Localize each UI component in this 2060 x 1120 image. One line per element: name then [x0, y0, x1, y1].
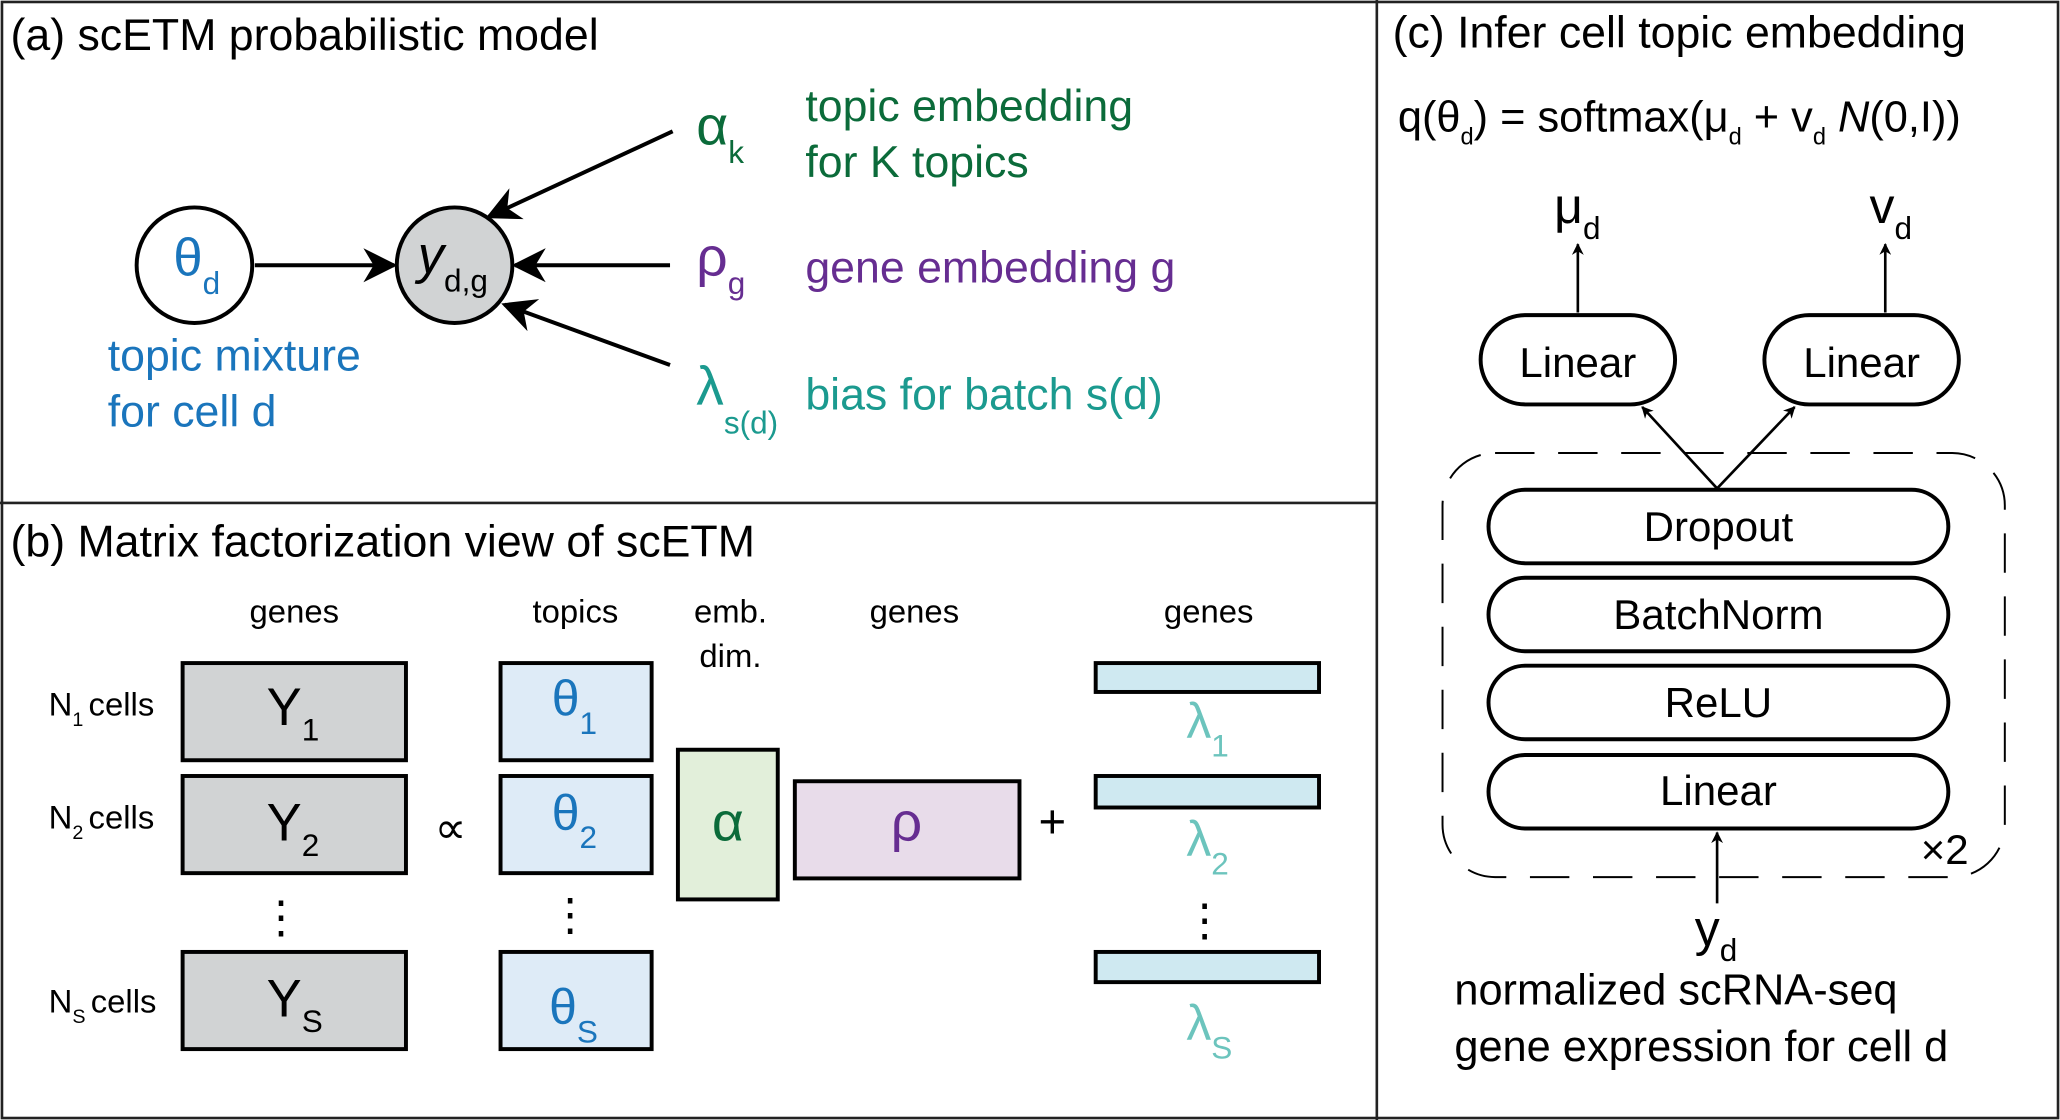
lambda-symbol: λs(d) [696, 354, 778, 440]
alpha-to-y-arrow [485, 129, 674, 220]
lambda-to-y-arrow [501, 299, 671, 367]
rho-matrix-label: ρ [891, 790, 922, 852]
lambdas-bar [1093, 949, 1322, 985]
panel-a: (a) scETM probabilistic model θd yd,g to… [11, 11, 1176, 440]
lambdas-label: λS [1186, 995, 1232, 1065]
input-label: yd [1695, 900, 1737, 968]
linear-v-label: Linear [1803, 339, 1920, 386]
header-y-genes: genes [250, 592, 339, 629]
theta-description: topic mixture for cell d [108, 331, 374, 436]
rho-symbol: ρg [696, 226, 745, 301]
header-lambda-genes: genes [1164, 592, 1253, 629]
linear-label: Linear [1660, 767, 1777, 814]
plus-symbol: + [1039, 796, 1067, 849]
split-arrow-left [1641, 406, 1719, 490]
lambda2-label: λ2 [1186, 811, 1228, 881]
panel-c-title: (c) Infer cell topic embedding [1393, 8, 1966, 57]
lambda1-label: λ1 [1186, 693, 1228, 763]
split-arrow-right [1716, 406, 1796, 490]
alpha-description: topic embedding for K topics [805, 82, 1145, 187]
relu-label: ReLU [1665, 679, 1772, 726]
lambda-ellipsis: ⋮ [1182, 896, 1227, 945]
rho-description: gene embedding g [805, 243, 1175, 292]
panel-a-title: (a) scETM probabilistic model [11, 11, 599, 60]
panel-b-title: (b) Matrix factorization view of scETM [11, 518, 755, 567]
scetm-figure: (a) scETM probabilistic model θd yd,g to… [0, 0, 2060, 1120]
variational-formula: q(θd) = softmax(μd + vd N(0,I)) [1398, 93, 1961, 150]
row-label-n1: N1 cells [49, 686, 155, 731]
lambda1-bar [1093, 661, 1322, 694]
proportional-symbol: ∝ [435, 804, 467, 853]
row-label-n2: N2 cells [49, 799, 155, 844]
lambda2-bar [1093, 774, 1322, 810]
mu-output: μd [1554, 178, 1600, 246]
row-label-ns: NS cells [49, 982, 157, 1027]
header-dim: dim. [699, 637, 761, 674]
alpha-matrix-label: α [712, 790, 744, 852]
lambda-description: bias for batch s(d) [805, 371, 1162, 420]
panel-b: (b) Matrix factorization view of scETM g… [11, 518, 1322, 1065]
panel-c: (c) Infer cell topic embedding q(θd) = s… [1393, 8, 2006, 1071]
y-ellipsis: ⋮ [259, 893, 304, 942]
theta-ellipsis: ⋮ [548, 891, 593, 940]
v-output: vd [1870, 178, 1912, 246]
batchnorm-label: BatchNorm [1613, 591, 1823, 638]
dropout-label: Dropout [1644, 503, 1794, 550]
alpha-symbol: αk [696, 94, 744, 169]
header-topics: topics [533, 592, 619, 629]
header-rho-genes: genes [870, 592, 959, 629]
linear-mu-label: Linear [1519, 339, 1636, 386]
header-emb: emb. [694, 592, 767, 629]
input-caption: normalized scRNA-seq gene expression for… [1454, 966, 1948, 1070]
repeat-count: ×2 [1921, 826, 1969, 873]
